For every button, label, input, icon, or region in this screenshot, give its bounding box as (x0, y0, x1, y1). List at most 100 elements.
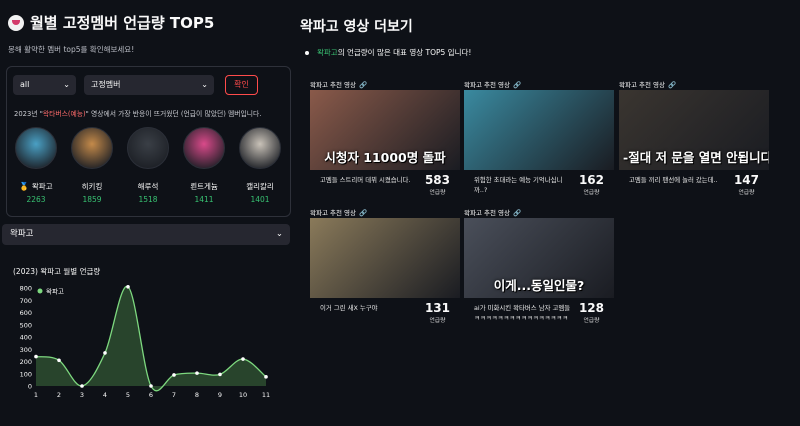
video-info: 이거 그린 새X 누구야 131 언급량 (310, 298, 460, 328)
video-card[interactable]: 왁파고 추천 영상 🔗 이거 그린 새X 누구야 131 언급량 (310, 208, 460, 328)
note-prefix: 2023년 " (14, 110, 43, 118)
mention-count-unit: 언급량 (583, 190, 600, 196)
video-card-label-text: 왁파고 추천 영상 (464, 81, 510, 89)
video-description: 고멤들 끼리 팬선에 놀러 갔는데.. (629, 176, 718, 184)
chevron-down-icon: ⌄ (275, 229, 283, 239)
x-tick-label: 10 (239, 391, 247, 399)
avatar (15, 127, 57, 169)
group-select[interactable]: 고정멤버 ⌄ (84, 75, 214, 95)
x-tick-label: 2 (57, 391, 61, 399)
data-point (126, 284, 130, 289)
video-card[interactable]: 왁파고 추천 영상 🔗 시청자 11000명 돌파고멤들 스트리머 데뷔 시켰습니다… (310, 80, 460, 200)
video-card-label: 왁파고 추천 영상 🔗 (310, 80, 460, 90)
mention-count: 583 언급량 (425, 173, 450, 196)
video-thumbnail[interactable]: -절대 저 문을 열면 안됩니다 (619, 90, 769, 170)
video-card[interactable]: 왁파고 추천 영상 🔗 -절대 저 문을 열면 안됩니다고멤들 끼리 팬선에 놀러 … (619, 80, 769, 200)
video-card-label: 왁파고 추천 영상 🔗 (464, 208, 614, 218)
mention-count-unit: 언급량 (429, 318, 446, 324)
chevron-down-icon: ⌄ (201, 80, 208, 89)
mention-count-value: 131 (424, 301, 450, 315)
member-count: 1401 (250, 195, 270, 204)
medal-icon: 🥇 (19, 182, 32, 191)
mention-count-value: 147 (733, 173, 759, 187)
member-name: 뢴트게늄 (181, 181, 227, 192)
year-select[interactable]: all ⌄ (13, 75, 76, 95)
video-thumbnail[interactable] (310, 218, 460, 298)
confirm-button[interactable]: 확인 (225, 75, 258, 95)
member-list: 🥇 왁파고 2263 히키킹 1859 해루석 1518 뢴트게늄 1411 캘리칼리 1401 (13, 127, 283, 204)
y-tick-label: 300 (20, 346, 32, 354)
avatar (71, 127, 113, 169)
x-tick-label: 7 (172, 391, 176, 399)
member-name-text: 왁파고 (31, 182, 53, 191)
member-select[interactable]: 왁파고 ⌄ (2, 224, 290, 245)
video-card-label-text: 왁파고 추천 영상 (310, 209, 356, 217)
video-card[interactable]: 왁파고 추천 영상 🔗 이게...동일인물? ai가 미화시킨 왁타버스 남자 고멤들… (464, 208, 614, 328)
x-tick-label: 3 (80, 391, 84, 399)
x-tick-label: 9 (218, 391, 222, 399)
videos-bullet: 왁파고의 언급량이 많은 대표 영상 TOP5 입니다! (305, 47, 471, 58)
y-tick-label: 400 (20, 334, 32, 342)
mention-count: 147 언급량 (734, 173, 759, 196)
video-card[interactable]: 왁파고 추천 영상 🔗 위험한 초대라는 예능 기억나십니까..? 162 언급량 (464, 80, 614, 200)
data-point (149, 384, 153, 388)
mention-count-value: 583 (424, 173, 450, 187)
link-icon[interactable]: 🔗 (359, 209, 367, 217)
video-card-label-text: 왁파고 추천 영상 (619, 81, 665, 89)
video-card-label-text: 왁파고 추천 영상 (310, 81, 356, 89)
link-icon[interactable]: 🔗 (513, 209, 521, 217)
video-description: 위험한 초대라는 예능 기억나십니까..? (474, 176, 563, 194)
mention-count-unit: 언급량 (738, 190, 755, 196)
member-item: 해루석 1518 (125, 127, 171, 204)
link-icon[interactable]: 🔗 (668, 81, 676, 89)
thumbnail-caption: 이게...동일인물? (493, 278, 585, 293)
member-name-text: 뢴트게늄 (190, 182, 218, 191)
video-thumbnail[interactable]: 시청자 11000명 돌파 (310, 90, 460, 170)
video-info: 위험한 초대라는 예능 기억나십니까..? 162 언급량 (464, 170, 614, 200)
data-point (57, 358, 61, 363)
chevron-down-icon: ⌄ (63, 80, 70, 89)
x-tick-label: 1 (34, 391, 38, 399)
video-card-label: 왁파고 추천 영상 🔗 (619, 80, 769, 90)
data-point (195, 371, 199, 375)
avatar (183, 127, 225, 169)
y-tick-label: 600 (20, 309, 32, 317)
mention-count: 128 언급량 (579, 301, 604, 324)
mention-count-unit: 언급량 (583, 318, 600, 324)
video-card-label-text: 왁파고 추천 영상 (464, 209, 510, 217)
member-name-text: 해루석 (137, 182, 159, 191)
mention-count-value: 162 (578, 173, 604, 187)
y-tick-label: 200 (20, 358, 32, 366)
note-highlight: 왁타버스(예능) (42, 110, 86, 118)
link-icon[interactable]: 🔗 (513, 81, 521, 89)
thumbnail-caption: -절대 저 문을 열면 안됩니다 (623, 150, 769, 165)
video-thumbnail[interactable] (464, 90, 614, 170)
member-name: 캘리칼리 (237, 181, 283, 192)
member-name: 🥇 왁파고 (13, 181, 59, 192)
link-icon[interactable]: 🔗 (359, 81, 367, 89)
y-tick-label: 500 (20, 321, 32, 329)
data-point (172, 373, 176, 377)
x-tick-label: 6 (149, 391, 153, 399)
thumbnail-caption: 시청자 11000명 돌파 (324, 150, 446, 165)
emoji-face-icon (8, 14, 24, 31)
member-name-text: 캘리칼리 (246, 182, 274, 191)
y-tick-label: 800 (20, 285, 32, 293)
video-card-label: 왁파고 추천 영상 🔗 (310, 208, 460, 218)
member-select-value: 왁파고 (10, 229, 34, 239)
page-subtitle: 몽해 활약한 멤버 top5를 확인해보세요! (8, 45, 135, 54)
member-note: 2023년 "왁타버스(예능)" 영상에서 가장 반응이 뜨거웠던 (언급이 많… (14, 108, 261, 118)
data-point (80, 384, 84, 388)
video-thumbnail[interactable]: 이게...동일인물? (464, 218, 614, 298)
data-point (241, 357, 245, 361)
data-point (103, 351, 107, 355)
member-name-text: 히키킹 (81, 182, 103, 191)
legend-label: 왁파고 (46, 287, 64, 296)
video-description: 이거 그린 새X 누구야 (320, 304, 378, 312)
member-item: 히키킹 1859 (69, 127, 115, 204)
note-suffix: " 영상에서 가장 반응이 뜨거웠던 (언급이 많았던) 멤버입니다. (85, 110, 262, 118)
page-title: 월별 고정멤버 언급량 TOP5 (30, 14, 215, 32)
video-info: 고멤들 끼리 팬선에 놀러 갔는데.. 147 언급량 (619, 170, 769, 200)
mention-count: 131 언급량 (425, 301, 450, 324)
video-info: 고멤들 스트리머 데뷔 시켰습니다. 583 언급량 (310, 170, 460, 200)
